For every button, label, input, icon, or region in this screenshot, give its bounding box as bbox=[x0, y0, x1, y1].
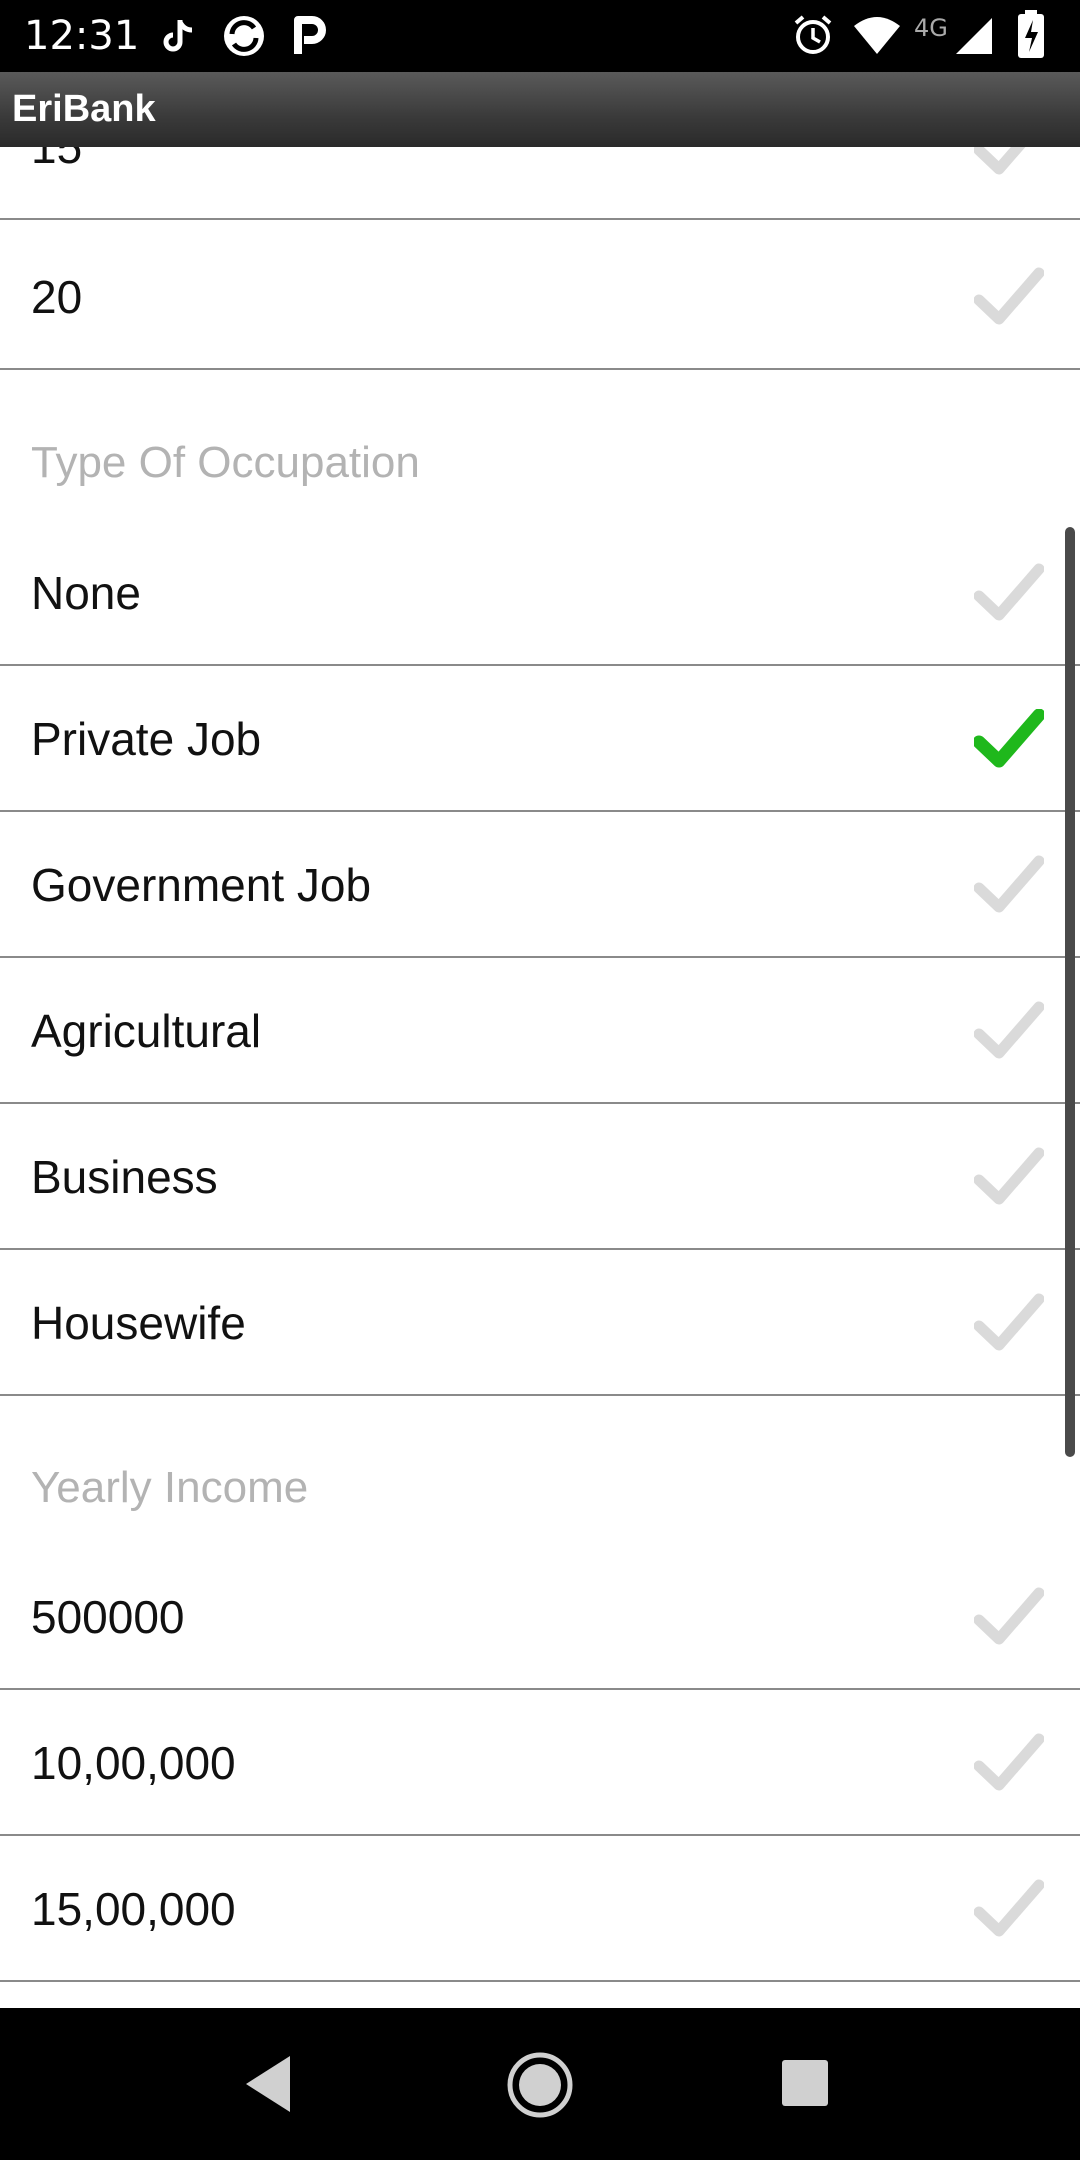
app-title: EriBank bbox=[12, 88, 156, 130]
settings-list[interactable]: 15 20 Type Of Occupation None Private Jo… bbox=[0, 147, 1080, 2008]
status-time: 12:31 bbox=[24, 13, 140, 59]
home-icon[interactable] bbox=[505, 2050, 575, 2120]
check-icon bbox=[974, 563, 1044, 621]
p-icon bbox=[294, 16, 326, 54]
check-icon bbox=[974, 1879, 1044, 1937]
check-icon bbox=[974, 855, 1044, 913]
income-option-10-lakh[interactable]: 10,00,000 bbox=[0, 1691, 1080, 1836]
occupation-option-none[interactable]: None bbox=[0, 521, 1080, 666]
occupation-option-business[interactable]: Business bbox=[0, 1105, 1080, 1250]
check-icon bbox=[974, 1293, 1044, 1351]
check-icon-selected bbox=[974, 709, 1044, 768]
recents-icon[interactable] bbox=[780, 2058, 830, 2108]
tiktok-icon bbox=[163, 20, 193, 52]
list-item-label: Business bbox=[31, 1151, 218, 1203]
navigation-bar bbox=[0, 2008, 1080, 2160]
list-item-label: 500000 bbox=[31, 1591, 185, 1643]
status-bar: 12:31 4G bbox=[0, 0, 1080, 72]
signal-icon bbox=[956, 18, 992, 54]
list-item[interactable]: 15 bbox=[0, 147, 1080, 220]
alarm-icon bbox=[794, 15, 832, 54]
scrollbar[interactable] bbox=[1065, 527, 1075, 1457]
sync-icon bbox=[224, 16, 264, 56]
list-item-label: Housewife bbox=[31, 1297, 246, 1349]
check-icon bbox=[974, 1733, 1044, 1791]
list-item-label: Agricultural bbox=[31, 1005, 262, 1057]
income-option-500000[interactable]: 500000 bbox=[0, 1545, 1080, 1690]
occupation-option-government-job[interactable]: Government Job bbox=[0, 813, 1080, 958]
network-type-label: 4G bbox=[914, 14, 948, 42]
occupation-option-private-job[interactable]: Private Job bbox=[0, 667, 1080, 812]
list-item-label: 15,00,000 bbox=[31, 1883, 236, 1935]
app-bar: EriBank bbox=[0, 72, 1080, 147]
back-icon[interactable] bbox=[238, 2052, 298, 2116]
list-item-label: 20 bbox=[31, 271, 83, 323]
check-icon bbox=[974, 1587, 1044, 1645]
list-item-label: Government Job bbox=[31, 859, 372, 911]
check-icon bbox=[974, 1147, 1044, 1205]
occupation-option-agricultural[interactable]: Agricultural bbox=[0, 959, 1080, 1104]
list-item-label: Private Job bbox=[31, 713, 262, 765]
income-option-15-lakh[interactable]: 15,00,000 bbox=[0, 1837, 1080, 1982]
section-header-occupation: Type Of Occupation bbox=[31, 438, 420, 487]
check-icon bbox=[974, 267, 1044, 325]
battery-icon bbox=[1018, 10, 1044, 58]
check-icon bbox=[974, 1001, 1044, 1059]
list-item-label: 15 bbox=[31, 147, 83, 173]
list-item[interactable]: 20 bbox=[0, 225, 1080, 370]
check-icon bbox=[974, 147, 1026, 175]
occupation-option-housewife[interactable]: Housewife bbox=[0, 1251, 1080, 1396]
list-item-label: 10,00,000 bbox=[31, 1737, 236, 1789]
section-header-yearly-income: Yearly Income bbox=[31, 1463, 309, 1512]
wifi-icon bbox=[854, 17, 900, 54]
list-item-label: None bbox=[31, 567, 141, 619]
